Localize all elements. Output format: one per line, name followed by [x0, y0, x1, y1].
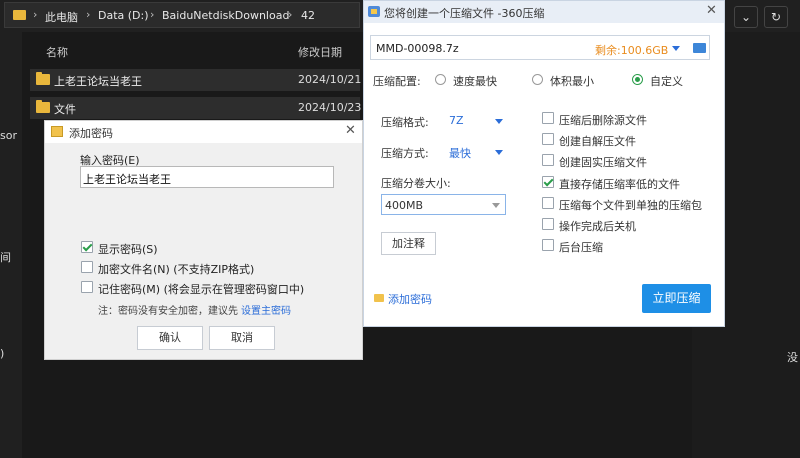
option-checkbox[interactable]: [542, 112, 554, 124]
password-dialog: 添加密码 ✕ 输入密码(E) 上老王论坛当老王 显示密码(S) 加密文件名(N)…: [44, 120, 363, 360]
remember-password-checkbox[interactable]: [81, 281, 93, 293]
option-checkbox[interactable]: [542, 197, 554, 209]
method-label: 压缩方式:: [381, 147, 429, 160]
password-value: 上老王论坛当老王: [83, 173, 171, 186]
show-password-checkbox[interactable]: [81, 241, 93, 253]
chevron-down-icon[interactable]: ⌄: [734, 6, 758, 28]
radio-speed-label[interactable]: 速度最快: [453, 73, 497, 89]
chevron-down-icon[interactable]: [495, 119, 503, 124]
option-checkbox[interactable]: [542, 218, 554, 230]
truncated-text: ): [0, 347, 5, 360]
window-buttons: ⌄ ↻: [724, 2, 800, 30]
column-header-name[interactable]: 名称: [46, 44, 68, 60]
dialog-titlebar: 添加密码 ✕: [45, 121, 362, 143]
dialog-titlebar: 您将创建一个压缩文件 -360压缩 ✕: [364, 1, 724, 23]
remember-password-label[interactable]: 记住密码(M) (将会显示在管理密码窗口中): [98, 281, 304, 297]
security-note: 注：密码没有安全加密，建议先: [98, 306, 238, 317]
confirm-button[interactable]: 确认: [137, 326, 203, 350]
chevron-down-icon[interactable]: [672, 46, 680, 51]
option-checkbox[interactable]: [542, 154, 554, 166]
breadcrumb-folder[interactable]: BaiduNetdiskDownload: [162, 9, 289, 22]
dialog-title: 您将创建一个压缩文件 -360压缩: [384, 7, 545, 20]
radio-size[interactable]: [532, 74, 543, 85]
file-name: 上老王论坛当老王: [54, 75, 142, 88]
chevron-right-icon: ›: [150, 8, 155, 21]
compress-dialog: 您将创建一个压缩文件 -360压缩 ✕ MMD-00098.7z 剩余:100.…: [363, 0, 725, 327]
radio-custom-label[interactable]: 自定义: [650, 73, 683, 89]
chevron-down-icon: [492, 203, 500, 208]
chevron-right-icon: ›: [33, 8, 38, 21]
refresh-icon[interactable]: ↻: [764, 6, 788, 28]
password-icon: [51, 126, 63, 137]
close-icon[interactable]: ✕: [706, 3, 717, 18]
volume-label: 压缩分卷大小:: [381, 177, 451, 190]
remaining-space: 剩余:100.6GB: [595, 44, 669, 57]
option-label[interactable]: 创建固实压缩文件: [559, 154, 647, 170]
lock-icon: [374, 294, 384, 302]
folder-icon: [36, 72, 50, 85]
column-header-modified[interactable]: 修改日期: [298, 44, 342, 60]
volume-value: 400MB: [385, 199, 424, 212]
option-checkbox[interactable]: [542, 176, 554, 188]
encrypt-filenames-label[interactable]: 加密文件名(N) (不支持ZIP格式): [98, 261, 254, 277]
radio-custom[interactable]: [632, 74, 643, 85]
dialog-title: 添加密码: [69, 127, 113, 140]
add-password-link[interactable]: 添加密码: [388, 291, 432, 307]
truncated-text: sor: [0, 129, 17, 142]
option-label[interactable]: 操作完成后关机: [559, 218, 636, 234]
folder-icon: [13, 10, 26, 20]
option-label[interactable]: 压缩后删除源文件: [559, 112, 647, 128]
chevron-right-icon: ›: [288, 8, 293, 21]
folder-icon: [36, 100, 50, 113]
breadcrumb-current[interactable]: 42: [301, 9, 315, 22]
breadcrumb-this-pc[interactable]: 此电脑: [45, 9, 78, 25]
format-select[interactable]: 7Z: [449, 114, 464, 127]
option-label[interactable]: 创建自解压文件: [559, 133, 636, 149]
show-password-label[interactable]: 显示密码(S): [98, 241, 158, 257]
chevron-down-icon[interactable]: [495, 150, 503, 155]
file-date: 2024/10/23: [298, 101, 362, 114]
close-icon[interactable]: ✕: [345, 123, 356, 138]
archive-filename-field[interactable]: MMD-00098.7z 剩余:100.6GB: [370, 35, 710, 60]
cancel-button[interactable]: 取消: [209, 326, 275, 350]
option-checkbox[interactable]: [542, 133, 554, 145]
address-bar[interactable]: › 此电脑 › Data (D:) › BaiduNetdiskDownload…: [4, 2, 360, 28]
format-label: 压缩格式:: [381, 116, 429, 129]
encrypt-filenames-checkbox[interactable]: [81, 261, 93, 273]
password-field[interactable]: 上老王论坛当老王: [80, 166, 334, 188]
add-comment-button[interactable]: 加注释: [381, 232, 436, 255]
option-label[interactable]: 直接存储压缩率低的文件: [559, 176, 680, 192]
nav-pane: [0, 32, 22, 458]
compress-now-button[interactable]: 立即压缩: [642, 284, 711, 313]
file-date: 2024/10/21: [298, 73, 362, 86]
option-label[interactable]: 压缩每个文件到单独的压缩包: [559, 197, 702, 213]
radio-speed[interactable]: [435, 74, 446, 85]
config-label: 压缩配置:: [373, 75, 421, 88]
chevron-right-icon: ›: [86, 8, 91, 21]
app-icon: [368, 6, 380, 17]
truncated-text: 没: [787, 351, 798, 364]
volume-select[interactable]: 400MB: [381, 194, 506, 215]
radio-size-label[interactable]: 体积最小: [550, 73, 594, 89]
folder-browse-icon[interactable]: [693, 43, 706, 53]
method-select[interactable]: 最快: [449, 145, 471, 161]
option-checkbox[interactable]: [542, 239, 554, 251]
breadcrumb-drive[interactable]: Data (D:): [98, 9, 149, 22]
file-name: 文件: [54, 103, 76, 116]
option-label[interactable]: 后台压缩: [559, 239, 603, 255]
truncated-text: 间: [0, 251, 11, 264]
archive-filename: MMD-00098.7z: [376, 42, 459, 55]
set-master-password-link[interactable]: 设置主密码: [241, 302, 291, 317]
